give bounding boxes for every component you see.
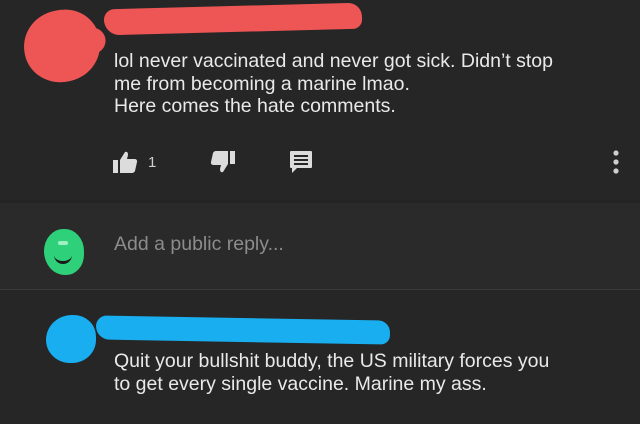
avatar-mouth	[54, 249, 72, 264]
thumbs-down-icon	[210, 151, 235, 173]
comment-text-line: Quit your bullshit buddy, the US militar…	[114, 350, 550, 372]
reply-row	[0, 203, 640, 289]
comment-text-line: Here comes the hate comments.	[114, 95, 396, 117]
thumbs-up-icon	[113, 151, 138, 173]
like-button[interactable]: 1	[112, 148, 156, 176]
more-options-button[interactable]	[604, 146, 628, 178]
comment-actions: 1	[112, 148, 632, 176]
comment-text-line: lol never vaccinated and never got sick.…	[114, 50, 553, 72]
avatar[interactable]	[46, 315, 96, 363]
comment-text: lol never vaccinated and never got sick.…	[114, 50, 624, 118]
redacted-username[interactable]	[103, 2, 363, 36]
comment-icon	[290, 151, 312, 173]
avatar-eye	[58, 241, 68, 245]
reply-button[interactable]	[288, 148, 314, 176]
redacted-username[interactable]	[95, 315, 391, 345]
reply-input[interactable]	[114, 233, 614, 256]
avatar[interactable]	[19, 5, 105, 87]
comments-screen: lol never vaccinated and never got sick.…	[0, 0, 640, 424]
comment-text-line: me from becoming a marine lmao.	[114, 72, 410, 95]
like-count: 1	[148, 153, 157, 171]
more-vertical-icon	[613, 150, 619, 174]
comment-text-line: to get every single vaccine. Marine my a…	[114, 373, 487, 395]
user-avatar	[44, 229, 84, 275]
comment-text: Quit your bullshit buddy, the US militar…	[114, 350, 624, 396]
comment-item: lol never vaccinated and never got sick.…	[0, 0, 640, 200]
dislike-button[interactable]	[210, 148, 236, 176]
reply-comment-item: Quit your bullshit buddy, the US militar…	[0, 290, 640, 424]
